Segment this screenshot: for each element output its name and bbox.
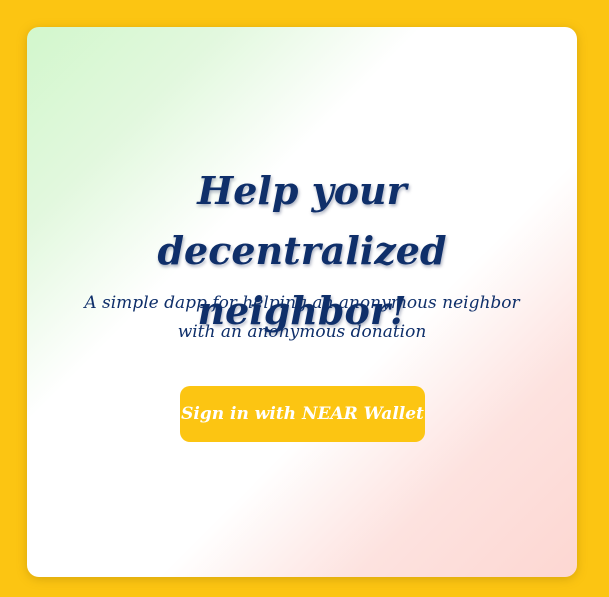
- page-subtitle: A simple dapp for helping an anonymous n…: [84, 293, 520, 342]
- sign-in-button[interactable]: Sign in with NEAR Wallet: [180, 386, 425, 442]
- welcome-card: Help your decentralized neighbor! A simp…: [27, 27, 577, 577]
